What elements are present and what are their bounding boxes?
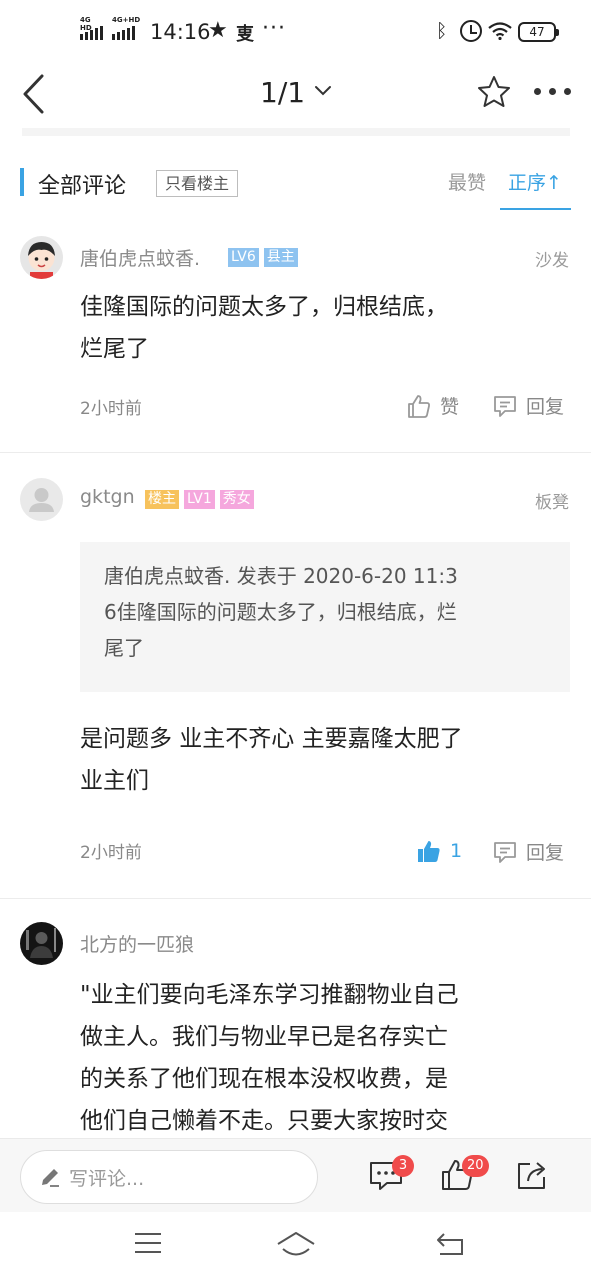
comment-time: 2小时前 bbox=[80, 399, 142, 419]
page-indicator[interactable]: 1/1 bbox=[260, 76, 305, 109]
comment-text-line: 做主人。我们与物业早已是名存实亡 bbox=[80, 1024, 448, 1050]
wifi-icon bbox=[488, 22, 512, 40]
comment-text-line: "业主们要向毛泽东学习推翻物业自己 bbox=[80, 982, 459, 1008]
status-bar: 4G HD 4G+HD 14:16 ★ 叓 ··· ᛒ 47 bbox=[0, 0, 591, 62]
quote-line: 尾了 bbox=[104, 636, 144, 660]
comment-text-line: 他们自己懒着不走。只要大家按时交 bbox=[80, 1108, 448, 1134]
sort-order-tab[interactable]: 正序↑ bbox=[508, 168, 562, 195]
reply-button[interactable]: 回复 bbox=[492, 392, 564, 419]
title-badge: 秀女 bbox=[219, 490, 254, 509]
comment-count-badge: 3 bbox=[392, 1155, 414, 1177]
reply-label: 回复 bbox=[526, 396, 565, 418]
reply-icon bbox=[494, 395, 516, 417]
avatar[interactable] bbox=[20, 478, 63, 521]
comment-text: 佳隆国际的问题太多了，归根结底， 烂尾了 bbox=[80, 286, 560, 370]
active-tab-underline bbox=[500, 208, 571, 210]
like-button[interactable]: 赞 bbox=[406, 392, 459, 419]
comment-text: 是问题多 业主不齐心 主要嘉隆太肥了 业主们 bbox=[80, 718, 560, 802]
pencil-icon bbox=[42, 1169, 59, 1187]
like-count: 1 bbox=[450, 840, 463, 862]
username[interactable]: 北方的一匹狼 bbox=[80, 930, 194, 957]
back-arrow-icon[interactable] bbox=[20, 72, 50, 116]
system-navigation-bar bbox=[0, 1212, 591, 1280]
quote-line: 6佳隆国际的问题太多了，归根结底，烂 bbox=[104, 600, 457, 624]
floor-label: 沙发 bbox=[535, 251, 569, 271]
bottom-action-bar: 写评论... 3 20 bbox=[0, 1138, 591, 1212]
comments-title: 全部评论 bbox=[38, 174, 127, 199]
more-notifications-icon: ··· bbox=[262, 16, 286, 41]
back-icon[interactable] bbox=[434, 1230, 466, 1258]
battery-indicator: 47 bbox=[518, 22, 559, 42]
thumbs-up-icon bbox=[408, 394, 430, 418]
divider bbox=[0, 452, 591, 453]
like-label: 赞 bbox=[440, 396, 460, 418]
star-icon: ★ bbox=[208, 18, 228, 43]
bluetooth-icon: ᛒ bbox=[436, 20, 448, 42]
comment-text-line: 业主们 bbox=[80, 768, 149, 794]
app-notification-icon: 叓 bbox=[236, 24, 254, 45]
divider bbox=[0, 898, 591, 899]
op-badge: 楼主 bbox=[145, 490, 179, 509]
floor-label: 板凳 bbox=[535, 493, 569, 513]
like-count-badge: 20 bbox=[462, 1155, 489, 1177]
user-badges: 楼主 LV1 秀女 bbox=[145, 490, 254, 509]
signal-label: 4G HD bbox=[80, 16, 92, 32]
home-icon[interactable] bbox=[276, 1230, 316, 1260]
comment-text: "业主们要向毛泽东学习推翻物业自己 做主人。我们与物业早已是名存实亡 的关系了他… bbox=[80, 974, 560, 1142]
username[interactable]: 唐伯虎点蚊香. bbox=[80, 244, 200, 271]
section-accent-bar bbox=[20, 168, 24, 196]
write-comment-placeholder: 写评论... bbox=[69, 1168, 145, 1190]
avatar-image bbox=[20, 236, 63, 279]
more-options-icon[interactable] bbox=[534, 88, 571, 95]
comment-time: 2小时前 bbox=[80, 843, 142, 863]
write-comment-input[interactable]: 写评论... bbox=[20, 1150, 318, 1204]
reply-label: 回复 bbox=[526, 842, 565, 864]
reply-button[interactable]: 回复 bbox=[492, 838, 564, 865]
comment-text-line: 烂尾了 bbox=[80, 336, 149, 362]
only-op-button[interactable]: 只看楼主 bbox=[156, 170, 239, 197]
default-avatar-icon bbox=[20, 478, 63, 521]
menu-icon[interactable] bbox=[133, 1230, 163, 1256]
title-badge: 县主 bbox=[263, 248, 298, 267]
username[interactable]: gktgn bbox=[80, 486, 135, 508]
signal-icon: 4G HD bbox=[80, 16, 103, 40]
signal-label: 4G+HD bbox=[112, 16, 141, 24]
quoted-comment: 唐伯虎点蚊香. 发表于 2020-6-20 11:3 6佳隆国际的问题太多了，归… bbox=[80, 542, 570, 692]
avatar[interactable] bbox=[20, 922, 63, 965]
comments-header: 全部评论 只看楼主 最赞 正序↑ bbox=[0, 160, 591, 212]
user-badges: LV6 县主 bbox=[228, 248, 298, 267]
avatar-image bbox=[20, 922, 63, 965]
share-icon[interactable] bbox=[514, 1157, 550, 1193]
reply-icon bbox=[494, 841, 516, 863]
quote-line: 唐伯虎点蚊香. 发表于 2020-6-20 11:3 bbox=[104, 564, 458, 588]
level-badge: LV6 bbox=[228, 248, 259, 267]
chevron-down-icon[interactable] bbox=[314, 84, 332, 98]
top-nav-bar: 1/1 bbox=[0, 62, 591, 128]
signal-icon: 4G+HD bbox=[112, 16, 140, 40]
comment-text-line: 是问题多 业主不齐心 主要嘉隆太肥了 bbox=[80, 726, 463, 752]
clock: 14:16 bbox=[150, 20, 211, 44]
thumbs-up-filled-icon bbox=[418, 841, 440, 862]
level-badge: LV1 bbox=[184, 490, 215, 509]
favorite-star-icon[interactable] bbox=[476, 74, 512, 110]
comment-text-line: 的关系了他们现在根本没权收费，是 bbox=[80, 1066, 448, 1092]
sort-top-tab[interactable]: 最赞 bbox=[448, 168, 486, 195]
avatar[interactable] bbox=[20, 236, 63, 279]
alarm-icon bbox=[460, 20, 482, 42]
comment-text-line: 佳隆国际的问题太多了，归根结底， bbox=[80, 294, 448, 320]
like-button[interactable]: 1 bbox=[416, 838, 462, 864]
divider bbox=[22, 128, 570, 136]
